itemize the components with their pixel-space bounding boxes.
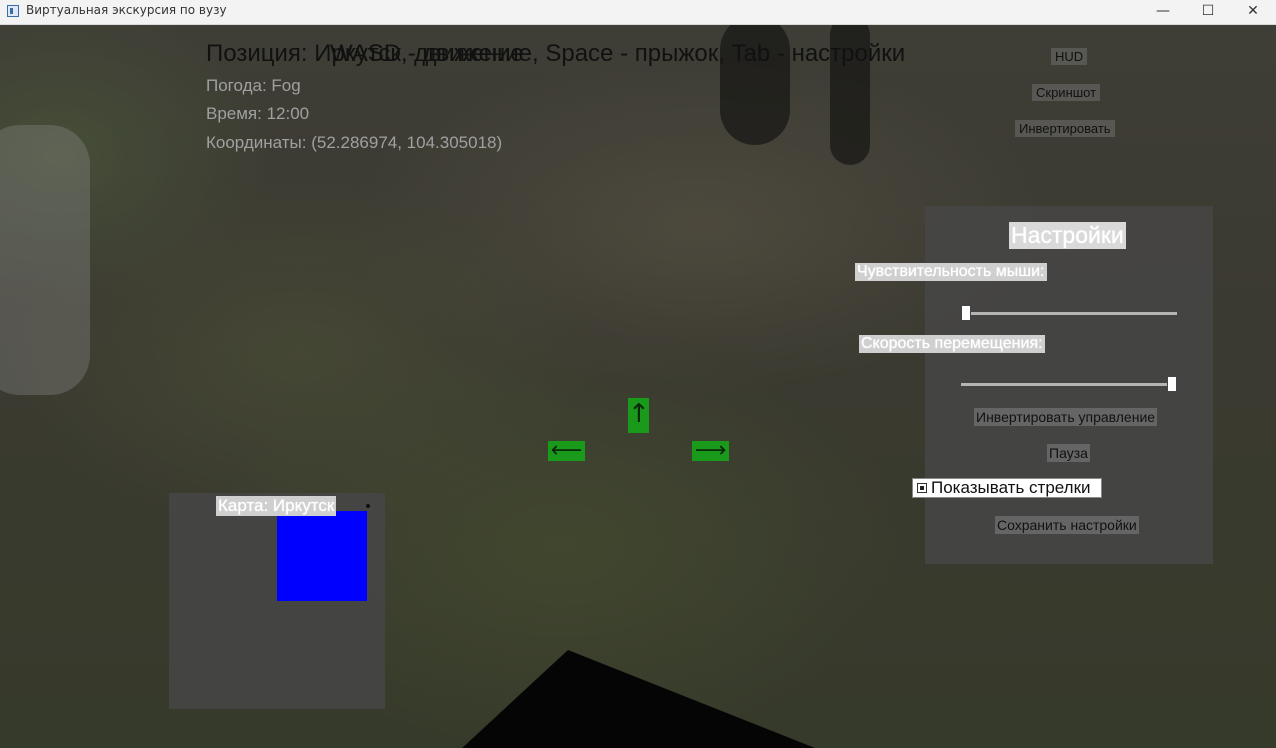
mouse-sensitivity-label: Чувствительность мыши: bbox=[855, 263, 1047, 281]
invert-controls-button[interactable]: Инвертировать управление bbox=[974, 408, 1158, 426]
maximize-button[interactable]: ☐ bbox=[1185, 0, 1231, 24]
checkbox-icon[interactable] bbox=[917, 483, 927, 493]
minimap-dot-icon bbox=[366, 504, 370, 508]
arrow-up-icon[interactable]: ↑ bbox=[628, 398, 650, 433]
move-speed-slider-handle[interactable] bbox=[1167, 376, 1177, 392]
app-window: Виртуальная экскурсия по вузу — ☐ ✕ Пози… bbox=[0, 0, 1276, 748]
mouse-sensitivity-slider-handle[interactable] bbox=[961, 305, 971, 321]
hud-time: Время: 12:00 bbox=[206, 104, 310, 123]
person-silhouette bbox=[0, 125, 90, 395]
hud-coordinates: Координаты: (52.286974, 104.305018) bbox=[206, 133, 503, 152]
move-speed-label: Скорость перемещения: bbox=[859, 335, 1045, 353]
arrow-left-icon[interactable]: ⟵ bbox=[548, 440, 585, 462]
hud-weather: Погода: Fog bbox=[206, 76, 301, 95]
pause-button[interactable]: Пауза bbox=[1047, 444, 1090, 462]
minimap-position-marker bbox=[277, 511, 367, 601]
show-arrows-checkbox[interactable]: Показывать стрелки bbox=[912, 478, 1102, 498]
settings-title: Настройки bbox=[1009, 222, 1126, 249]
title-bar: Виртуальная экскурсия по вузу — ☐ ✕ bbox=[0, 0, 1276, 25]
mouse-sensitivity-slider[interactable] bbox=[961, 312, 1177, 315]
hud-controls-hint: WASD - движение, Space - прыжок, Tab - н… bbox=[330, 40, 906, 67]
move-speed-slider[interactable] bbox=[961, 383, 1177, 386]
show-arrows-label: Показывать стрелки bbox=[931, 478, 1091, 497]
arrow-right-icon[interactable]: ⟶ bbox=[692, 440, 729, 462]
window-title: Виртуальная экскурсия по вузу bbox=[26, 3, 227, 17]
app-icon bbox=[7, 5, 19, 17]
screenshot-button[interactable]: Скриншот bbox=[1032, 84, 1101, 101]
invert-button[interactable]: Инвертировать bbox=[1015, 120, 1115, 137]
minimize-button[interactable]: — bbox=[1140, 0, 1186, 24]
close-button[interactable]: ✕ bbox=[1230, 0, 1276, 24]
save-settings-button[interactable]: Сохранить настройки bbox=[995, 516, 1139, 534]
hud-toggle-button[interactable]: HUD bbox=[1051, 48, 1088, 65]
minimap-label: Карта: Иркутск bbox=[216, 496, 337, 516]
